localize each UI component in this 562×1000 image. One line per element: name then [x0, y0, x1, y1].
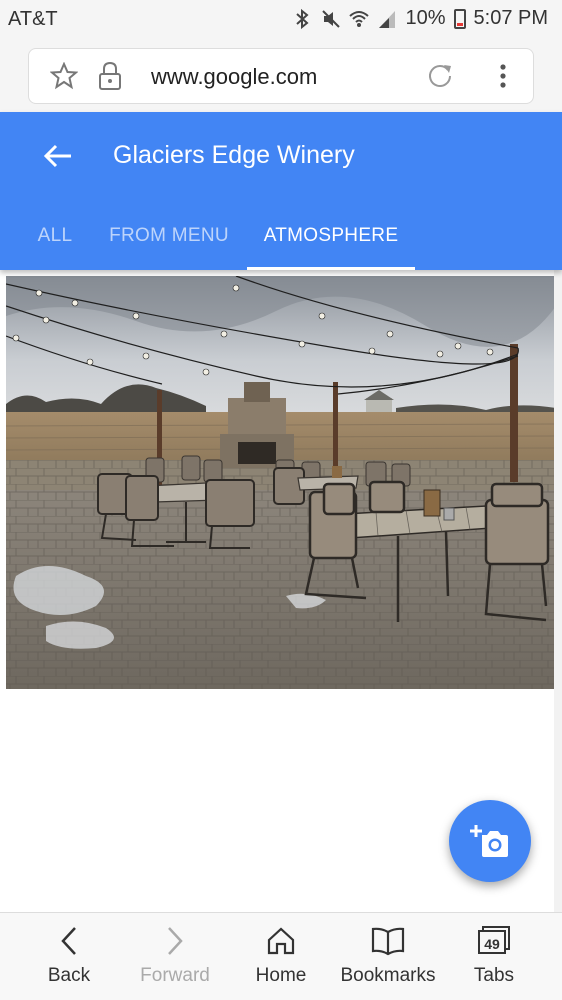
active-tab-indicator	[247, 267, 415, 270]
home-icon	[264, 925, 298, 957]
scroll-track	[554, 270, 562, 912]
home-label: Home	[255, 965, 307, 986]
url-text[interactable]: www.google.com	[151, 64, 317, 90]
clock: 5:07 PM	[473, 7, 548, 29]
winery-patio-photo[interactable]	[6, 276, 556, 689]
chevron-right-icon	[158, 925, 192, 957]
status-icons: 10% 5:07 PM	[293, 7, 548, 30]
tabs-icon: 49	[477, 925, 511, 957]
tabs-button[interactable]: 49 Tabs	[458, 913, 530, 1000]
add-photo-button[interactable]	[449, 800, 531, 882]
book-icon	[371, 925, 405, 957]
carrier-label: AT&T	[8, 8, 58, 30]
tab-from-menu[interactable]: FROM MENU	[100, 202, 238, 270]
address-bar[interactable]: www.google.com	[28, 48, 534, 104]
forward-label: Forward	[140, 965, 210, 986]
browser-toolbar: www.google.com	[0, 40, 562, 112]
tab-atmosphere[interactable]: ATMOSPHERE	[247, 202, 415, 270]
forward-button[interactable]: Forward	[128, 913, 222, 1000]
back-label: Back	[47, 965, 91, 986]
bookmarks-label: Bookmarks	[340, 965, 436, 986]
home-button[interactable]: Home	[242, 913, 320, 1000]
add-photo-icon	[470, 825, 508, 857]
tabs-label: Tabs	[473, 965, 515, 986]
bookmark-star-icon[interactable]	[49, 61, 79, 91]
chevron-left-icon	[52, 925, 86, 957]
tab-all[interactable]: ALL	[22, 202, 88, 270]
tabs-count: 49	[484, 936, 500, 952]
back-button[interactable]: Back	[28, 913, 110, 1000]
back-arrow-icon[interactable]	[36, 134, 80, 178]
battery-percent: 10%	[405, 7, 446, 29]
mute-icon	[322, 9, 341, 28]
bookmarks-button[interactable]: Bookmarks	[336, 913, 440, 1000]
battery-icon	[453, 8, 466, 29]
more-options-icon[interactable]	[488, 58, 518, 94]
lock-icon	[95, 61, 125, 91]
page-title: Glaciers Edge Winery	[113, 141, 355, 169]
reload-icon[interactable]	[425, 61, 455, 91]
photo-tabs: ALL FROM MENU ATMOSPHERE	[0, 202, 562, 270]
app-header: Glaciers Edge Winery ALL FROM MENU ATMOS…	[0, 112, 562, 270]
signal-icon	[379, 10, 396, 28]
bluetooth-icon	[296, 8, 310, 29]
status-bar: AT&T 10% 5:07 PM	[0, 0, 562, 40]
browser-bottom-nav: Back Forward Home Bookmarks 49 Tabs	[0, 912, 562, 1000]
wifi-icon	[349, 10, 370, 27]
